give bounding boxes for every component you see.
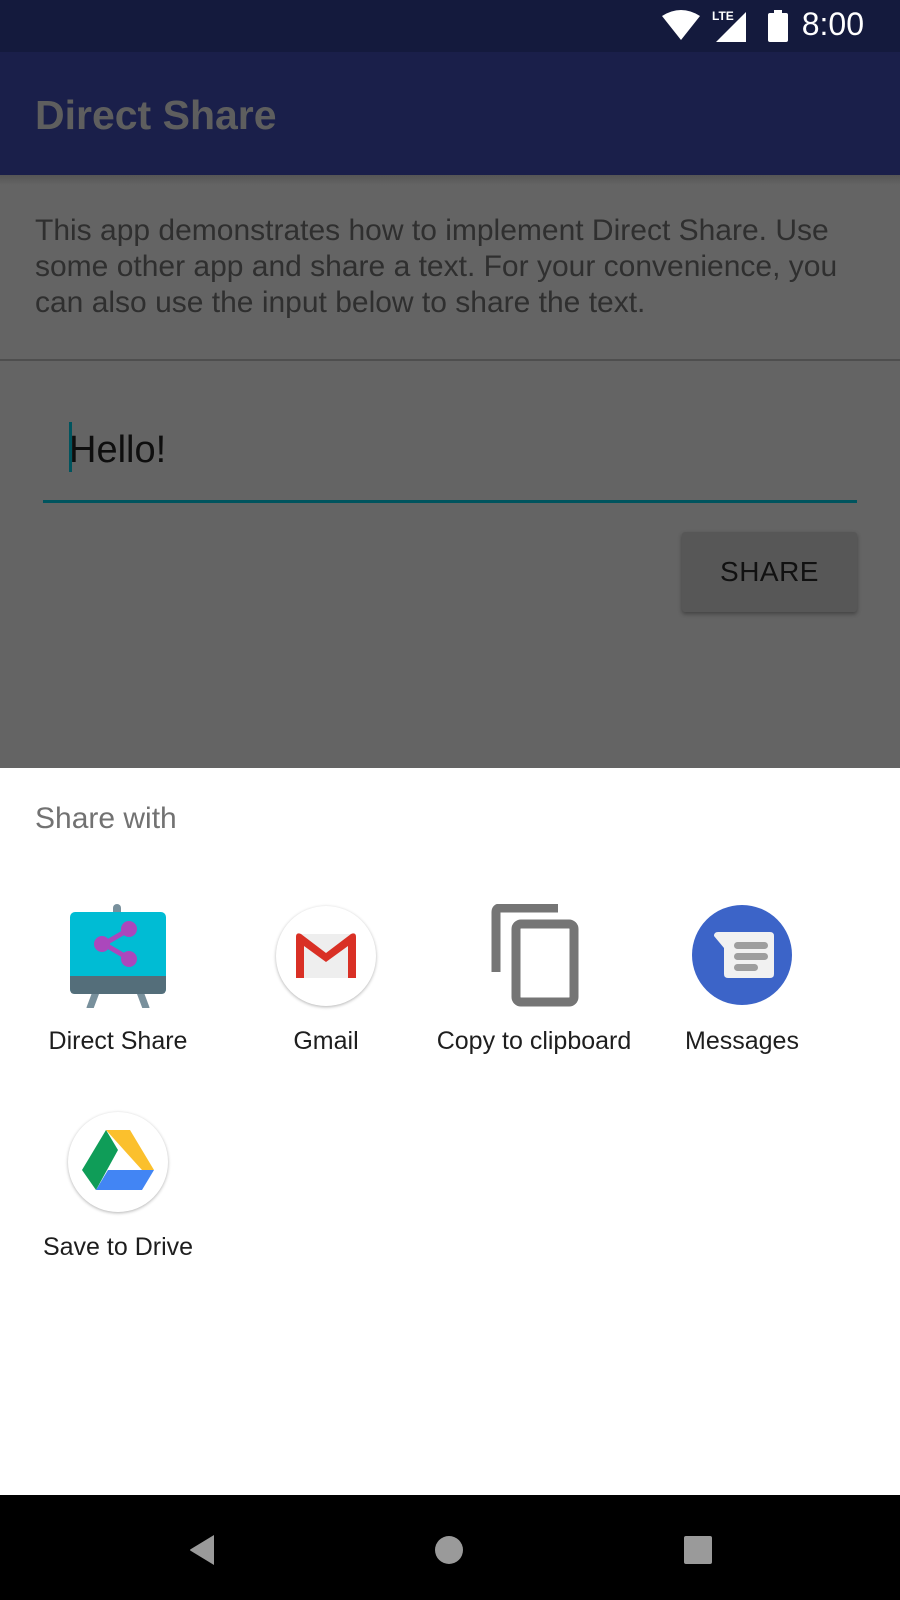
share-target-label: Gmail: [293, 1027, 359, 1055]
messages-icon: [690, 904, 794, 1008]
recents-icon: [684, 1536, 712, 1564]
share-target-messages[interactable]: Messages: [638, 904, 846, 1057]
share-target-save-to-drive[interactable]: Save to Drive: [14, 1110, 222, 1263]
home-button[interactable]: [424, 1525, 474, 1575]
copy-icon: [482, 903, 586, 1008]
text-cursor: [69, 422, 72, 472]
navigation-bar: [0, 1495, 900, 1600]
share-sheet: Share with Direct Share Gmail Copy to cl…: [0, 768, 900, 1495]
share-text-field-wrapper: [43, 420, 857, 480]
gmail-icon: [274, 904, 378, 1008]
share-target-label: Messages: [685, 1027, 799, 1055]
battery-icon: [768, 10, 788, 42]
share-target-label: Direct Share: [48, 1027, 188, 1055]
divider: [0, 359, 900, 361]
share-target-direct-share[interactable]: Direct Share: [14, 904, 222, 1057]
input-underline: [43, 500, 857, 503]
share-sheet-title: Share with: [35, 802, 177, 835]
share-target-label: Copy to clipboard: [436, 1027, 632, 1055]
back-icon: [190, 1535, 214, 1565]
lte-signal-icon: LTE: [712, 9, 746, 42]
back-button[interactable]: [177, 1525, 227, 1575]
app-bar: Direct Share: [0, 52, 900, 175]
share-target-copy-to-clipboard[interactable]: Copy to clipboard: [430, 903, 638, 1057]
share-target-label: Save to Drive: [42, 1233, 194, 1261]
google-drive-icon: [66, 1110, 170, 1214]
wifi-icon: [662, 10, 700, 40]
main-content: This app demonstrates how to implement D…: [0, 175, 900, 768]
status-bar: LTE 8:00: [0, 0, 900, 52]
share-text-input[interactable]: [43, 420, 857, 480]
svg-text:LTE: LTE: [712, 9, 734, 23]
direct-share-app-icon: [66, 904, 170, 1012]
app-title: Direct Share: [35, 92, 277, 138]
home-icon: [435, 1536, 463, 1564]
share-target-gmail[interactable]: Gmail: [222, 904, 430, 1057]
share-button[interactable]: SHARE: [682, 532, 857, 612]
status-time: 8:00: [801, 6, 864, 42]
recents-button[interactable]: [673, 1525, 723, 1575]
description-text: This app demonstrates how to implement D…: [35, 214, 838, 319]
